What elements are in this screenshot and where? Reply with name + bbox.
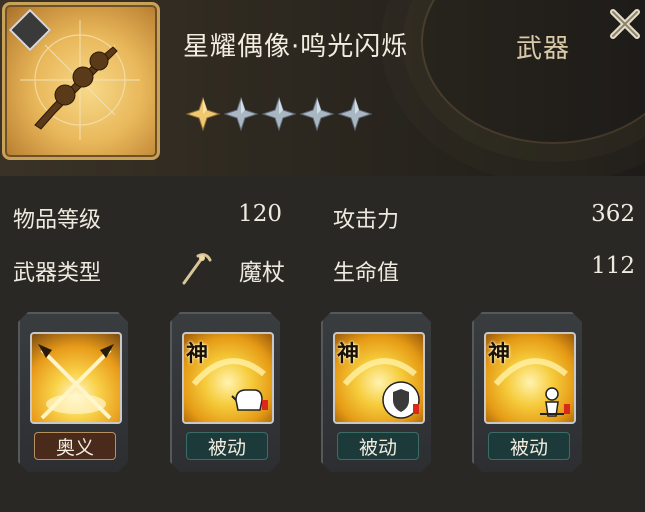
skill-card-passive-2[interactable]: 神 被动 [321, 312, 431, 472]
star-empty-icon [300, 97, 334, 131]
weapon-type-value: 魔杖 [239, 260, 285, 286]
star-rating [186, 97, 372, 131]
item-name: 星耀偶像·鸣光闪烁 [183, 32, 409, 62]
hp-value: 112 [591, 253, 635, 279]
close-icon [609, 9, 640, 39]
divine-badge: 神 [186, 342, 209, 367]
star-empty-icon [224, 97, 258, 131]
star-filled-icon [186, 97, 220, 131]
item-level-value: 120 [238, 201, 282, 227]
skill-icon-frame: 神 [484, 332, 576, 424]
star-empty-icon [338, 97, 372, 131]
skill-icon-frame [30, 332, 122, 424]
skill-tag-passive: 被动 [186, 432, 268, 460]
skill-tag-passive: 被动 [337, 432, 419, 460]
item-portrait[interactable] [2, 2, 160, 160]
skill-card-ultimate[interactable]: 奥义 [18, 312, 128, 472]
skill-icon-frame: 神 [333, 332, 425, 424]
close-button[interactable] [604, 0, 645, 48]
skill-card-passive-1[interactable]: 神 被动 [170, 312, 280, 472]
divine-badge: 神 [488, 342, 511, 367]
weapon-type-label: 武器类型 [13, 261, 102, 286]
wand-type-icon [182, 253, 212, 285]
hp-label: 生命值 [333, 261, 400, 286]
star-empty-icon [262, 97, 296, 131]
skill-tag-ultimate: 奥义 [34, 432, 116, 460]
divine-badge: 神 [337, 342, 360, 367]
item-level-label: 物品等级 [13, 208, 102, 233]
skill-icon-frame: 神 [182, 332, 274, 424]
item-category: 武器 [516, 34, 571, 64]
skill-tag-passive: 被动 [488, 432, 570, 460]
crossed-staffs-icon [38, 344, 114, 420]
attack-label: 攻击力 [333, 208, 400, 233]
attack-value: 362 [591, 201, 635, 227]
skill-card-passive-3[interactable]: 神 被动 [472, 312, 582, 472]
